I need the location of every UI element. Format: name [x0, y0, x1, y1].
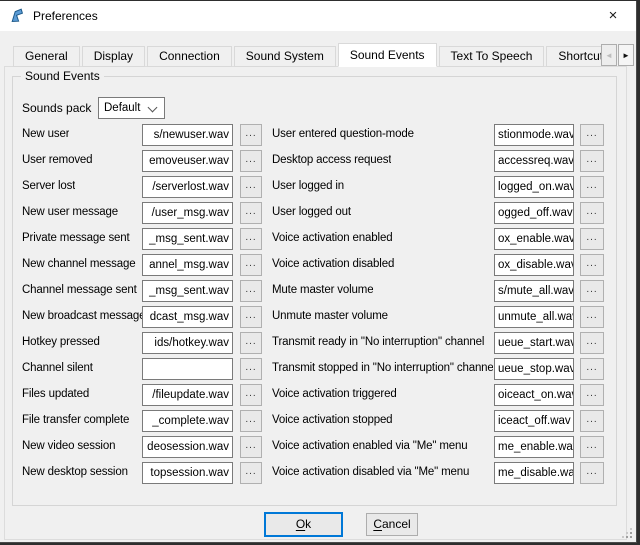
browse-button[interactable]: ...	[580, 280, 604, 302]
sound-file-input[interactable]: me_disable.wav	[494, 462, 574, 484]
tab-label: Display	[94, 49, 133, 63]
sound-file-input[interactable]: unmute_all.wav	[494, 306, 574, 328]
tab-scroll-right-icon[interactable]: ►	[618, 44, 634, 66]
tab-scroll-left-icon[interactable]: ◄	[601, 44, 617, 66]
tab-general[interactable]: General	[13, 46, 80, 67]
ok-button[interactable]: Ok	[264, 512, 343, 537]
event-label: User logged in	[272, 180, 344, 192]
browse-button[interactable]: ...	[580, 410, 604, 432]
browse-button[interactable]: ...	[580, 124, 604, 146]
sound-event-row: Voice activation triggered oiceact_on.wav…	[0, 384, 637, 406]
sound-event-row: Voice activation enabled ox_enable.wav...	[0, 228, 637, 250]
event-label: Unmute master volume	[272, 310, 388, 322]
browse-button[interactable]: ...	[580, 254, 604, 276]
event-label: Voice activation stopped	[272, 414, 392, 426]
browse-button[interactable]: ...	[580, 332, 604, 354]
sound-event-row: Voice activation stopped iceact_off.wav..…	[0, 410, 637, 432]
sound-file-input[interactable]: ueue_start.wav	[494, 332, 574, 354]
sound-event-row: Voice activation enabled via "Me" menu me…	[0, 436, 637, 458]
sound-file-input[interactable]: oiceact_on.wav	[494, 384, 574, 406]
tab-display[interactable]: Display	[82, 46, 145, 67]
browse-button[interactable]: ...	[580, 462, 604, 484]
tab-label: General	[25, 49, 68, 63]
browse-button[interactable]: ...	[580, 150, 604, 172]
event-label: User entered question-mode	[272, 128, 414, 140]
tab-label: Connection	[159, 49, 220, 63]
chevron-down-icon	[148, 103, 158, 113]
sound-file-input[interactable]: iceact_off.wav	[494, 410, 574, 432]
event-label: Voice activation triggered	[272, 388, 397, 400]
browse-button[interactable]: ...	[580, 358, 604, 380]
sound-event-row: Voice activation disabled ox_disable.wav.…	[0, 254, 637, 276]
sound-event-row: Transmit ready in "No interruption" chan…	[0, 332, 637, 354]
sound-file-input[interactable]: ox_enable.wav	[494, 228, 574, 250]
preferences-window: Preferences × General Display Connection So…	[0, 1, 637, 543]
cancel-button[interactable]: Cancel	[366, 513, 418, 536]
event-label: Desktop access request	[272, 154, 391, 166]
browse-button[interactable]: ...	[580, 202, 604, 224]
event-label: Transmit ready in "No interruption" chan…	[272, 336, 484, 348]
tab-label: Sound Events	[350, 48, 425, 62]
sound-event-row: User logged in logged_on.wav...	[0, 176, 637, 198]
tab-label: Shortcuts	[558, 49, 601, 63]
sound-file-input[interactable]: stionmode.wav	[494, 124, 574, 146]
tab-sound-system[interactable]: Sound System	[234, 46, 336, 67]
tab-text-to-speech[interactable]: Text To Speech	[439, 46, 545, 67]
event-label: Voice activation enabled	[272, 232, 392, 244]
sound-event-row: Transmit stopped in "No interruption" ch…	[0, 358, 637, 380]
window-title: Preferences	[33, 9, 98, 23]
sounds-pack-value: Default	[104, 102, 140, 114]
browse-button[interactable]: ...	[580, 384, 604, 406]
sound-file-input[interactable]: logged_on.wav	[494, 176, 574, 198]
browse-button[interactable]: ...	[580, 176, 604, 198]
event-label: Voice activation disabled via "Me" menu	[272, 466, 469, 478]
close-icon[interactable]: ×	[596, 1, 630, 30]
sound-file-input[interactable]: ueue_stop.wav	[494, 358, 574, 380]
sound-file-input[interactable]: ox_disable.wav	[494, 254, 574, 276]
tab-label: Text To Speech	[451, 49, 533, 63]
event-label: Mute master volume	[272, 284, 373, 296]
tab-bar: General Display Connection Sound System Soun…	[13, 43, 601, 67]
sound-file-input[interactable]: ogged_off.wav	[494, 202, 574, 224]
event-label: Transmit stopped in "No interruption" ch…	[272, 362, 493, 374]
sound-event-row: Mute master volume s/mute_all.wav...	[0, 280, 637, 302]
sound-event-row: User logged out ogged_off.wav...	[0, 202, 637, 224]
sound-event-row: Desktop access request accessreq.wav...	[0, 150, 637, 172]
browse-button[interactable]: ...	[580, 306, 604, 328]
sound-event-row: Unmute master volume unmute_all.wav...	[0, 306, 637, 328]
sound-event-row: Voice activation disabled via "Me" menu m…	[0, 462, 637, 484]
tab-label: Sound System	[246, 49, 324, 63]
browse-button[interactable]: ...	[580, 436, 604, 458]
sounds-pack-select[interactable]: Default	[98, 97, 165, 119]
event-label: User logged out	[272, 206, 351, 218]
resize-grip[interactable]	[620, 526, 634, 540]
titlebar: Preferences ×	[0, 1, 636, 31]
sound-file-input[interactable]: s/mute_all.wav	[494, 280, 574, 302]
sound-event-row: User entered question-mode stionmode.wav.…	[0, 124, 637, 146]
groupbox-title: Sound Events	[21, 69, 104, 83]
browse-button[interactable]: ...	[580, 228, 604, 250]
background: { "window": { "title": "Preferences", "c…	[0, 0, 640, 545]
event-label: Voice activation disabled	[272, 258, 394, 270]
sound-file-input[interactable]: accessreq.wav	[494, 150, 574, 172]
tab-connection[interactable]: Connection	[147, 46, 232, 67]
app-icon	[9, 8, 25, 24]
tab-shortcuts[interactable]: Shortcuts	[546, 46, 601, 67]
tab-sound-events[interactable]: Sound Events	[338, 43, 437, 67]
sound-file-input[interactable]: me_enable.wav	[494, 436, 574, 458]
event-label: Voice activation enabled via "Me" menu	[272, 440, 468, 452]
sounds-pack-label: Sounds pack	[22, 101, 91, 115]
